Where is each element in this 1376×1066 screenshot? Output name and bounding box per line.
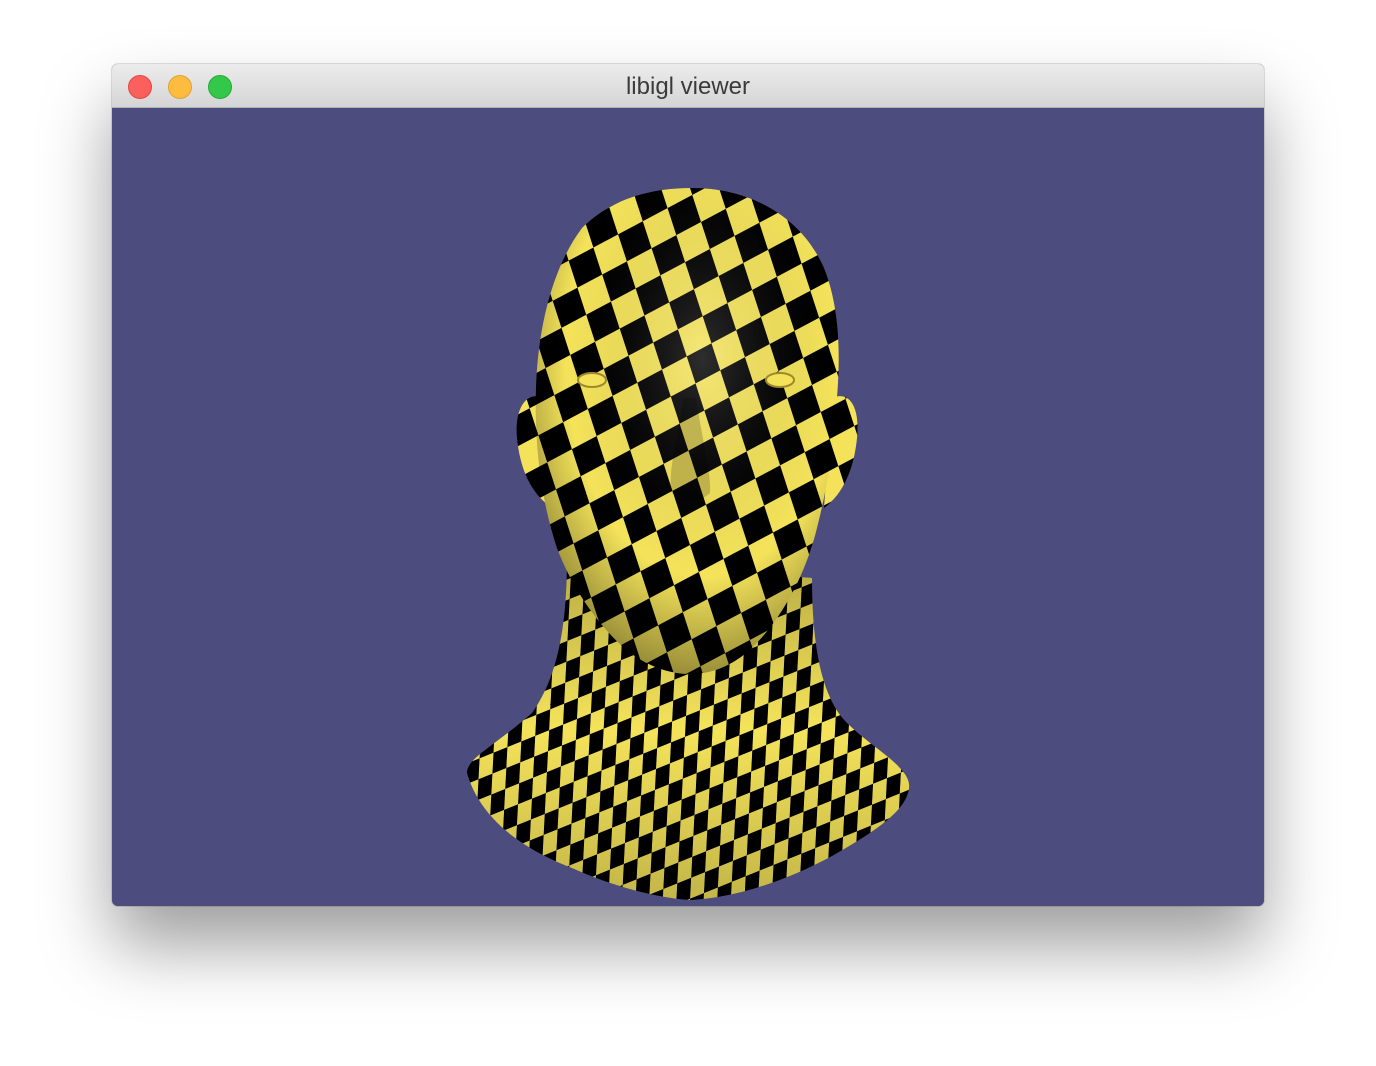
- title-bar[interactable]: libigl viewer: [112, 64, 1264, 108]
- viewer-window: libigl viewer: [112, 64, 1264, 906]
- right-eye: [765, 372, 795, 388]
- left-eye: [577, 372, 607, 388]
- window-title: libigl viewer: [625, 73, 751, 100]
- desktop: libigl viewer: [0, 0, 1376, 1066]
- head-mesh-render: [467, 188, 910, 900]
- render-viewport[interactable]: [112, 108, 1264, 906]
